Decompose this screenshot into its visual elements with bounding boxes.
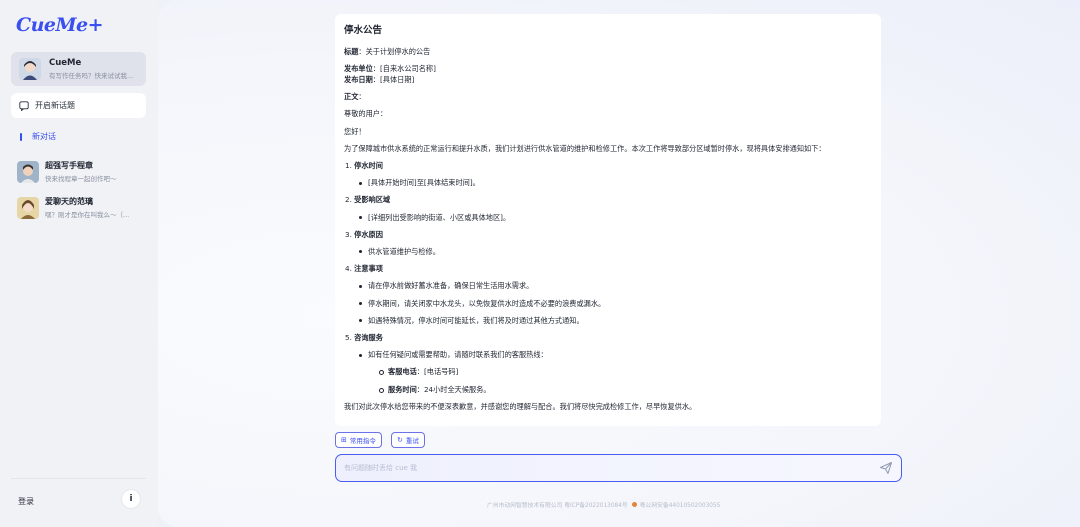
cueme-avatar xyxy=(19,58,41,80)
retry-label: 重试 xyxy=(405,437,419,445)
section-4: 4. 注意事项 请在停水前做好蓄水准备，确保日常生活用水需求。 停水期间，请关闭… xyxy=(344,265,872,324)
date-line: 发布日期：[具体日期] xyxy=(344,74,415,84)
new-topic-button[interactable]: 开启新话题 xyxy=(11,93,146,118)
common-commands-button[interactable]: ⊞ 常用指令 xyxy=(335,432,382,448)
retry-button[interactable]: ↻ 重试 xyxy=(391,432,425,448)
agent-name: CueMe xyxy=(49,58,82,68)
active-indicator xyxy=(20,132,22,141)
chat-input[interactable] xyxy=(344,461,864,475)
agent-card-cueme[interactable]: CueMe 有写作任务吗？快来试试我... xyxy=(11,52,146,86)
list-item: 停水期间，请关闭家中水龙头，以免恢复供水时造成不必要的浪费或漏水。 xyxy=(344,299,872,307)
title-line: 标题：关于计划停水的公告 xyxy=(344,46,431,56)
command-icon: ⊞ xyxy=(341,436,347,444)
intro-paragraph: 为了保障城市供水系统的正常运行和提升水质，我们计划进行供水管道的维护和检修工作。… xyxy=(344,143,826,153)
list-item: 供水管道维护与检修。 xyxy=(344,248,872,255)
chat-input-box xyxy=(335,454,902,482)
response-document: 停水公告 标题：关于计划停水的公告 发布单位：[自来水公司名称] 发布日期：[具… xyxy=(335,14,881,426)
common-commands-label: 常用指令 xyxy=(349,437,376,445)
footer-icp[interactable]: 广州市动网智慧技术有限公司 粤ICP备2022013084号 xyxy=(487,500,628,509)
list-item: [具体开始时间]至[具体结束时间]。 xyxy=(344,179,872,186)
publisher-line: 发布单位：[自来水公司名称] xyxy=(344,63,436,73)
agent-item-name: 超强写手程章 xyxy=(45,161,93,170)
conversation-item-active[interactable]: 新对话 xyxy=(20,131,56,142)
section-2: 2. 受影响区域 [详细列出受影响的街道、小区或具体地区]。 xyxy=(344,196,872,221)
agent-subtitle: 有写作任务吗？快来试试我... xyxy=(49,72,134,80)
list-item: 如遇特殊情况，停水时间可能延长，我们将及时通过其他方式通知。 xyxy=(344,317,872,324)
agent-item-subtitle: 快来找程章一起创作吧～ xyxy=(45,175,117,183)
chatter-avatar xyxy=(17,196,39,219)
document-heading: 停水公告 xyxy=(344,25,383,36)
section-3: 3. 停水原因 供水管道维护与检修。 xyxy=(344,231,872,256)
section-1: 1. 停水时间 [具体开始时间]至[具体结束时间]。 xyxy=(344,162,872,187)
closing-paragraph: 我们对此次停水给您带来的不便深表歉意，并感谢您的理解与配合。我们将尽快完成检修工… xyxy=(344,401,697,411)
agent-item-writer[interactable]: 超强写手程章 快来找程章一起创作吧～ xyxy=(17,160,147,183)
refresh-icon: ↻ xyxy=(397,436,403,444)
chat-plus-icon xyxy=(19,100,29,111)
app-logo[interactable]: CueMe+ xyxy=(16,14,104,36)
contact-phone: 客服电话：[电话号码] xyxy=(344,368,872,376)
agent-item-subtitle: 嘿？刚才是你在叫我么～（... xyxy=(45,211,130,219)
info-icon[interactable]: i xyxy=(122,490,140,508)
agent-item-chatter[interactable]: 爱聊天的范璃 嘿？刚才是你在叫我么～（... xyxy=(17,196,147,219)
login-link[interactable]: 登录 xyxy=(18,496,34,507)
send-icon[interactable] xyxy=(879,461,893,475)
conversation-label: 新对话 xyxy=(32,132,56,141)
agent-item-name: 爱聊天的范璃 xyxy=(45,197,93,206)
contact-hours: 服务时间：24小时全天候服务。 xyxy=(344,385,872,393)
police-badge-icon xyxy=(631,502,637,507)
list-item: 请在停水前做好蓄水准备，确保日常生活用水需求。 xyxy=(344,282,872,290)
section-5: 5. 咨询服务 如有任何疑问或需要帮助，请随时联系我们的客服热线： 客服电话：[… xyxy=(344,334,872,393)
sidebar: CueMe+ CueMe 有写作任务吗？快来试试我... 开启新话题 新对话 超… xyxy=(0,0,158,527)
list-item: 如有任何疑问或需要帮助，请随时联系我们的客服热线： xyxy=(344,351,872,358)
new-topic-label: 开启新话题 xyxy=(35,101,75,110)
sidebar-divider xyxy=(11,478,146,479)
writer-avatar xyxy=(17,160,39,183)
body-label: 正文： xyxy=(344,92,366,102)
footer: 广州市动网智慧技术有限公司 粤ICP备2022013084号 粤公网安备4401… xyxy=(487,500,720,509)
hello: 您好！ xyxy=(344,126,366,136)
list-item: [详细列出受影响的街道、小区或具体地区]。 xyxy=(344,213,872,221)
greeting: 尊敬的用户： xyxy=(344,109,388,119)
footer-police[interactable]: 粤公网安备44010502003055 xyxy=(640,500,721,509)
